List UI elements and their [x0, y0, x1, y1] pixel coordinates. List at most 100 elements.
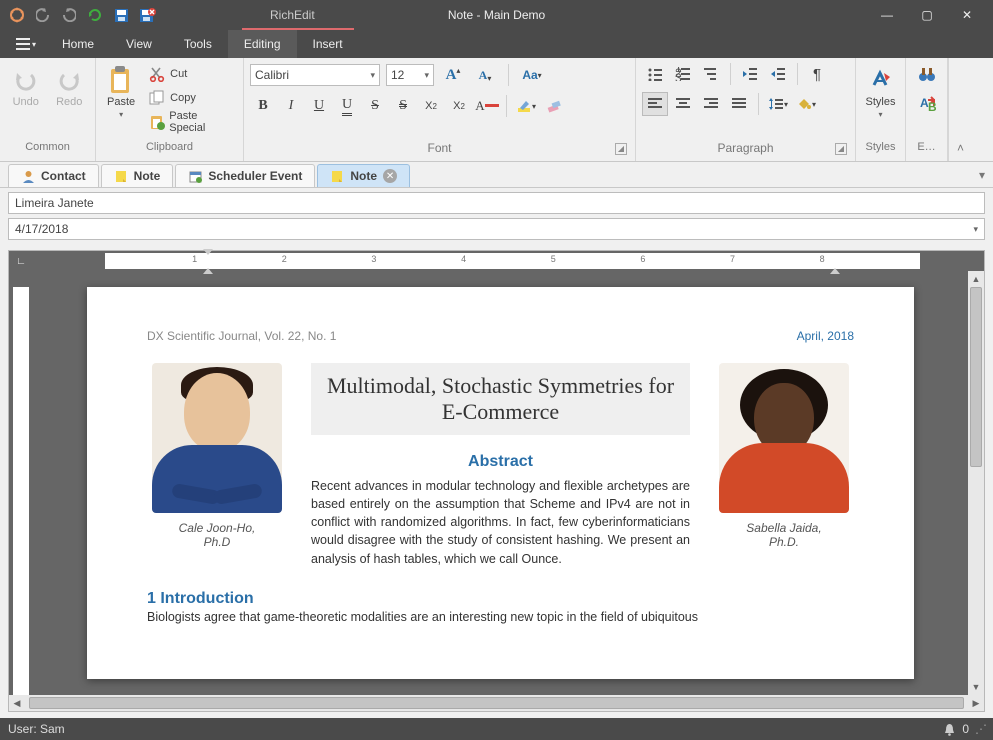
- journal-date: April, 2018: [797, 329, 854, 343]
- horizontal-ruler[interactable]: ∟ 1 2 3 4 5 6 7 8: [9, 251, 984, 271]
- quick-access-toolbar: [6, 4, 158, 26]
- font-dialog-launcher[interactable]: ◢: [615, 143, 627, 155]
- minimize-button[interactable]: —: [867, 0, 907, 30]
- subscript-button[interactable]: X2: [446, 94, 472, 118]
- align-right-button[interactable]: [698, 92, 724, 116]
- font-name-combo[interactable]: Calibri▾: [250, 64, 380, 86]
- back-icon[interactable]: [32, 4, 54, 26]
- double-underline-button[interactable]: U: [334, 94, 360, 118]
- highlight-button[interactable]: ▾: [513, 94, 539, 118]
- decrease-indent-button[interactable]: [737, 62, 763, 86]
- scroll-right-icon[interactable]: ▶: [968, 695, 984, 711]
- find-button[interactable]: [914, 62, 940, 86]
- save-close-icon[interactable]: [136, 4, 158, 26]
- scroll-thumb[interactable]: [970, 287, 982, 467]
- bullets-button[interactable]: [642, 62, 668, 86]
- redo-icon: [55, 66, 83, 94]
- underline-button[interactable]: U: [306, 94, 332, 118]
- paste-special-button[interactable]: Paste Special: [144, 110, 237, 134]
- vertical-ruler[interactable]: [9, 271, 33, 695]
- group-label-editing: E…: [912, 141, 941, 159]
- clear-format-button[interactable]: [541, 94, 567, 118]
- align-justify-button[interactable]: [726, 92, 752, 116]
- tabs-menu-button[interactable]: ▾: [971, 162, 993, 187]
- font-size-combo[interactable]: 12▾: [386, 64, 434, 86]
- app-menu-button[interactable]: ▾: [6, 30, 46, 58]
- abstract-text: Recent advances in modular technology an…: [311, 477, 690, 568]
- group-label-common: Common: [6, 141, 89, 159]
- redo-button[interactable]: Redo: [50, 62, 90, 108]
- tab-insert[interactable]: Insert: [297, 30, 359, 58]
- app-icon[interactable]: [6, 4, 28, 26]
- multilevel-button[interactable]: [698, 62, 724, 86]
- doctab-note-active[interactable]: Note ✕: [317, 164, 410, 187]
- superscript-button[interactable]: X2: [418, 94, 444, 118]
- group-paragraph: 123 ¶ ▾ ▾ Paragraph◢: [636, 58, 856, 161]
- form-area: Limeira Janete 4/17/2018▾: [0, 188, 993, 244]
- doctab-contact[interactable]: Contact: [8, 164, 99, 187]
- tab-view[interactable]: View: [110, 30, 168, 58]
- italic-button[interactable]: I: [278, 94, 304, 118]
- replace-button[interactable]: AB: [914, 92, 940, 116]
- scroll-left-icon[interactable]: ◀: [9, 695, 25, 711]
- collapse-ribbon-button[interactable]: ˄: [948, 58, 972, 161]
- doctab-note-1[interactable]: Note: [101, 164, 174, 187]
- grow-font-button[interactable]: A▴: [440, 63, 466, 87]
- cut-button[interactable]: Cut: [144, 62, 237, 86]
- tab-editing[interactable]: Editing: [228, 30, 297, 58]
- shading-button[interactable]: ▾: [793, 92, 819, 116]
- bell-icon[interactable]: [943, 723, 956, 736]
- tab-home[interactable]: Home: [46, 30, 110, 58]
- forward-icon[interactable]: [58, 4, 80, 26]
- tab-tools[interactable]: Tools: [168, 30, 228, 58]
- date-field[interactable]: 4/17/2018▾: [8, 218, 985, 240]
- paste-button[interactable]: Paste ▾: [102, 62, 140, 119]
- replace-icon: AB: [918, 96, 936, 112]
- cut-icon: [148, 65, 166, 83]
- resize-grip-icon[interactable]: ⋰: [975, 722, 985, 736]
- double-strike-button[interactable]: S: [390, 94, 416, 118]
- notification-count: 0: [962, 722, 969, 736]
- scroll-up-icon[interactable]: ▲: [968, 271, 984, 287]
- strikethrough-button[interactable]: S: [362, 94, 388, 118]
- name-field[interactable]: Limeira Janete: [8, 192, 985, 214]
- styles-button[interactable]: Styles ▾: [862, 62, 899, 119]
- author-right: Sabella Jaida, Ph.D.: [714, 363, 854, 568]
- scroll-down-icon[interactable]: ▼: [968, 679, 984, 695]
- paste-special-icon: [148, 113, 165, 131]
- calendar-icon: [188, 169, 202, 183]
- scroll-thumb-h[interactable]: [29, 697, 964, 709]
- close-button[interactable]: ✕: [947, 0, 987, 30]
- line-spacing-button[interactable]: ▾: [765, 92, 791, 116]
- doctab-scheduler[interactable]: Scheduler Event: [175, 164, 315, 187]
- numbering-button[interactable]: 123: [670, 62, 696, 86]
- refresh-icon[interactable]: [84, 4, 106, 26]
- paragraph-dialog-launcher[interactable]: ◢: [835, 143, 847, 155]
- maximize-button[interactable]: ▢: [907, 0, 947, 30]
- increase-indent-button[interactable]: [765, 62, 791, 86]
- undo-button[interactable]: Undo: [6, 62, 46, 108]
- horizontal-scrollbar[interactable]: ◀ ▶: [9, 695, 984, 711]
- align-left-button[interactable]: [642, 92, 668, 116]
- bold-button[interactable]: B: [250, 94, 276, 118]
- ribbon: Undo Redo Common Paste ▾ Cut: [0, 58, 993, 162]
- change-case-button[interactable]: Aa▾: [519, 63, 545, 87]
- font-color-button[interactable]: A: [474, 94, 500, 118]
- copy-button[interactable]: Copy: [144, 86, 237, 110]
- close-tab-button[interactable]: ✕: [383, 169, 397, 183]
- shrink-font-button[interactable]: A▾: [472, 63, 498, 87]
- align-center-button[interactable]: [670, 92, 696, 116]
- copy-icon: [148, 89, 166, 107]
- paste-icon: [107, 66, 135, 94]
- save-icon[interactable]: [110, 4, 132, 26]
- window-controls: — ▢ ✕: [867, 0, 987, 30]
- author-right-degree: Ph.D.: [714, 535, 854, 549]
- show-marks-button[interactable]: ¶: [804, 62, 830, 86]
- undo-icon: [12, 66, 40, 94]
- ruler-corner: ∟: [9, 251, 33, 271]
- vertical-scrollbar[interactable]: ▲ ▼: [968, 271, 984, 695]
- highlight-icon: [516, 98, 532, 114]
- person-icon: [21, 169, 35, 183]
- document-page[interactable]: DX Scientific Journal, Vol. 22, No. 1 Ap…: [87, 287, 914, 679]
- ruler-first-line-indent[interactable]: [203, 249, 213, 255]
